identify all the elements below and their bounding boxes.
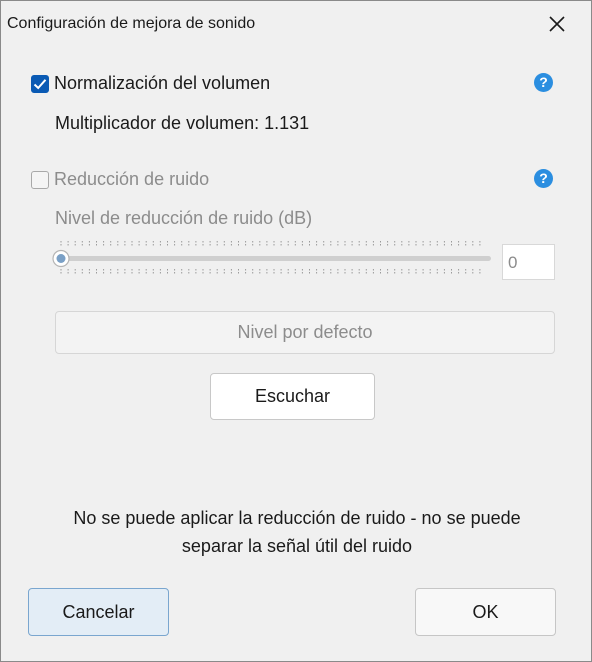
slider-thumb-dot xyxy=(56,254,66,263)
volume-multiplier-text: Multiplicador de volumen: 1.131 xyxy=(55,113,310,133)
dialog-title: Configuración de mejora de sonido xyxy=(7,15,256,32)
listen-button[interactable]: Escuchar xyxy=(210,373,375,420)
close-icon xyxy=(549,16,565,32)
noise-reduction-message: No se puede aplicar la reducción de ruid… xyxy=(31,504,563,560)
noise-reduction-help-icon[interactable]: ? xyxy=(534,169,553,188)
default-level-button[interactable]: Nivel por defecto xyxy=(55,311,555,354)
cancel-button[interactable]: Cancelar xyxy=(28,588,169,636)
slider-track xyxy=(59,256,491,261)
noise-reduction-label: Reducción de ruido xyxy=(54,169,210,189)
slider-ticks-top xyxy=(60,241,481,246)
slider-track-svg xyxy=(52,241,491,274)
slider-ticks-bottom xyxy=(60,269,481,274)
ok-button[interactable]: OK xyxy=(415,588,556,636)
message-line-1: No se puede aplicar la reducción de ruid… xyxy=(73,508,521,528)
normalization-checkbox-row[interactable]: Normalización del volumen xyxy=(31,73,270,94)
normalization-checkbox[interactable] xyxy=(31,74,49,93)
noise-reduction-checkbox[interactable] xyxy=(31,170,49,189)
noise-level-slider[interactable] xyxy=(49,237,491,279)
close-button[interactable] xyxy=(539,7,575,41)
normalization-help-icon[interactable]: ? xyxy=(534,73,553,92)
normalization-label: Normalización del volumen xyxy=(54,73,271,93)
message-line-2: separar la señal útil del ruido xyxy=(181,536,413,556)
noise-reduction-checkbox-row[interactable]: Reducción de ruido xyxy=(31,169,209,190)
sound-enhancement-dialog: Configuración de mejora de sonido Normal… xyxy=(0,0,592,662)
checkmark-icon xyxy=(33,78,47,89)
noise-level-label: Nivel de reducción de ruido (dB) xyxy=(55,208,313,228)
noise-level-input[interactable]: 0 xyxy=(502,244,555,280)
